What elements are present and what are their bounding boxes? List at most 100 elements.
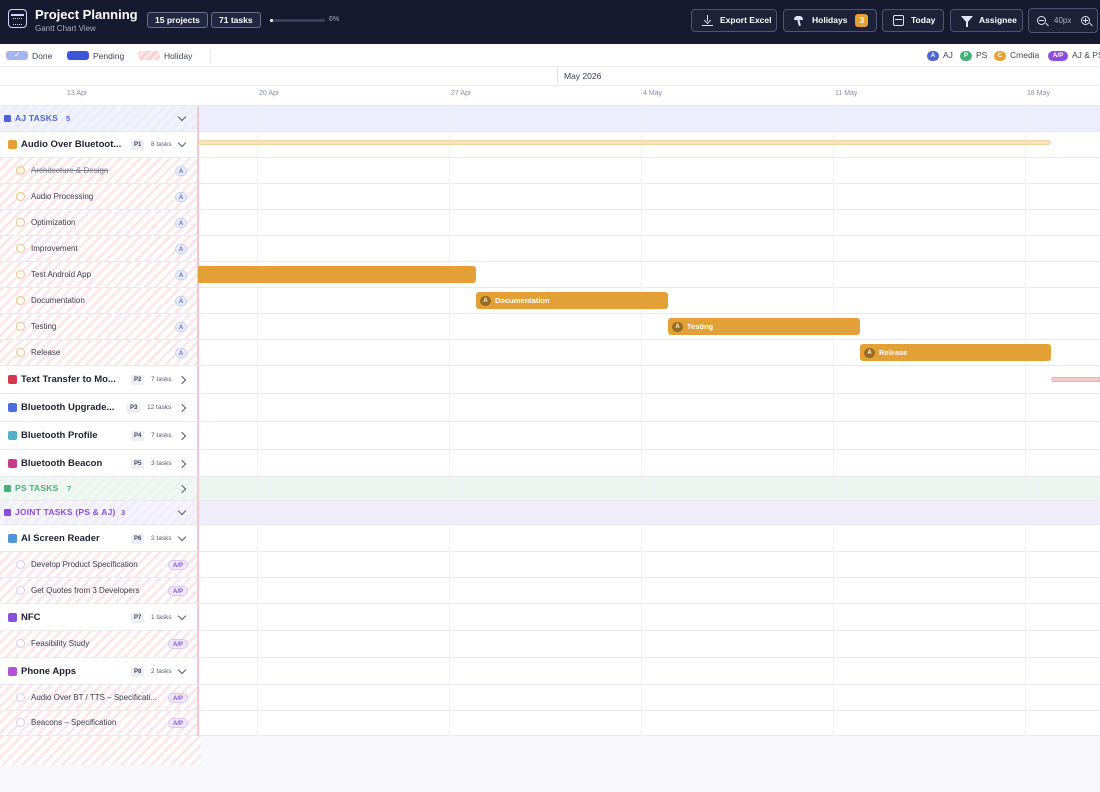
task-row[interactable]: Improvement A	[0, 236, 1100, 262]
project-badge: P4	[131, 431, 145, 441]
chevron-right-icon[interactable]	[177, 431, 187, 441]
task-bar-testing[interactable]: A Testing	[668, 318, 860, 335]
group-row-ps[interactable]: PS TASKS 7	[0, 477, 1100, 501]
task-name: Optimization	[31, 218, 76, 227]
assignee-filter-button[interactable]: Assignee	[950, 9, 1023, 32]
task-name: Audio Over BT / TTS – Specificati...	[31, 693, 157, 702]
chevron-right-icon[interactable]	[177, 403, 187, 413]
project-color	[8, 140, 17, 149]
project-color	[8, 667, 17, 676]
task-status-icon[interactable]	[16, 270, 25, 279]
project-row[interactable]: Bluetooth Beacon P5 3 tasks	[0, 450, 1100, 477]
chevron-right-icon[interactable]	[177, 459, 187, 469]
task-status-icon[interactable]	[16, 322, 25, 331]
task-status-icon[interactable]	[16, 693, 25, 702]
task-done-icon[interactable]	[16, 166, 25, 175]
project-row[interactable]: Text Transfer to Mo... P2 7 tasks	[0, 366, 1100, 394]
task-side: Audio Processing A	[0, 184, 198, 209]
group-row-aj[interactable]: AJ TASKS 5	[0, 106, 1100, 132]
task-assignee-badge: A	[175, 218, 187, 228]
group-row-joint[interactable]: JOINT TASKS (PS & AJ) 3	[0, 501, 1100, 525]
projects-count-pill: 15 projects	[147, 12, 208, 28]
task-bar-test-android-app[interactable]	[198, 266, 476, 283]
task-status-icon[interactable]	[16, 348, 25, 357]
today-button[interactable]: Today	[882, 9, 944, 32]
page-subtitle: Gantt Chart View	[35, 24, 96, 33]
task-row[interactable]: Architecture & Design A	[0, 158, 1100, 184]
task-name: Beacons – Specification	[31, 718, 117, 727]
task-status-icon[interactable]	[16, 244, 25, 253]
assignee-badge: P	[960, 50, 972, 61]
task-row[interactable]: Beacons – Specification A/P	[0, 711, 1100, 736]
project-side: NFC P7 1 tasks	[0, 604, 198, 630]
chevron-right-icon[interactable]	[177, 484, 187, 494]
task-bar-release[interactable]: A Release	[860, 344, 1051, 361]
overall-progress-bar	[270, 19, 325, 22]
chevron-down-icon[interactable]	[177, 611, 187, 621]
progress-fill	[270, 19, 274, 22]
task-assignee-badge: A	[175, 192, 187, 202]
task-status-icon[interactable]	[16, 560, 25, 569]
task-status-icon[interactable]	[16, 192, 25, 201]
week-label: 20 Apr	[259, 90, 280, 97]
chevron-down-icon[interactable]	[177, 506, 187, 516]
task-row[interactable]: Audio Over BT / TTS – Specificati... A/P	[0, 685, 1100, 711]
task-side: Architecture & Design A	[0, 158, 198, 183]
week-gridline	[641, 106, 642, 736]
project-row[interactable]: Bluetooth Upgrade... P3 12 tasks	[0, 394, 1100, 422]
project-row[interactable]: AI Screen Reader P6 2 tasks	[0, 525, 1100, 552]
chevron-down-icon[interactable]	[177, 665, 187, 675]
chevron-down-icon[interactable]	[177, 532, 187, 542]
export-excel-button[interactable]: Export Excel	[691, 9, 777, 32]
holidays-button[interactable]: Holidays 3	[783, 9, 877, 32]
task-status-icon[interactable]	[16, 639, 25, 648]
project-row[interactable]: Bluetooth Profile P4 7 tasks	[0, 422, 1100, 450]
task-row[interactable]: Feasibility Study A/P	[0, 631, 1100, 658]
done-swatch: ✓	[6, 51, 28, 60]
project-badge: P3	[127, 403, 141, 413]
zoom-out-icon[interactable]	[1037, 16, 1046, 25]
task-assignee-badge: A	[175, 244, 187, 254]
task-status-icon[interactable]	[16, 718, 25, 727]
week-gridline	[449, 106, 450, 736]
assignee-badge: C	[994, 50, 1006, 61]
chevron-down-icon[interactable]	[177, 138, 187, 148]
project-row[interactable]: Audio Over Bluetoot... P1 8 tasks	[0, 132, 1100, 158]
project-summary-bar[interactable]	[198, 140, 1051, 145]
zoom-in-icon[interactable]	[1081, 16, 1090, 25]
project-row[interactable]: Phone Apps P8 2 tasks	[0, 658, 1100, 685]
task-assignee-badge: A/P	[168, 560, 188, 570]
project-badge: P8	[131, 667, 145, 677]
group-count: 5	[66, 114, 71, 123]
chevron-down-icon[interactable]	[177, 112, 187, 122]
group-count: 7	[67, 484, 72, 493]
task-status-icon[interactable]	[16, 296, 25, 305]
task-assignee-badge: A/P	[168, 639, 188, 649]
calendar-icon	[893, 15, 904, 26]
task-side: Develop Product Specification A/P	[0, 552, 198, 577]
assignee-label: AJ	[943, 50, 953, 60]
task-status-icon[interactable]	[16, 586, 25, 595]
task-row[interactable]: Audio Processing A	[0, 184, 1100, 210]
task-status-icon[interactable]	[16, 218, 25, 227]
week-gridline	[1025, 106, 1026, 736]
group-name: PS TASKS	[15, 483, 59, 493]
task-side: Feasibility Study A/P	[0, 631, 198, 657]
export-excel-label: Export Excel	[720, 15, 772, 25]
project-row[interactable]: NFC P7 1 tasks	[0, 604, 1100, 631]
chevron-right-icon[interactable]	[177, 375, 187, 385]
group-name: JOINT TASKS (PS & AJ)	[15, 507, 116, 517]
task-row[interactable]: Optimization A	[0, 210, 1100, 236]
task-row[interactable]: Test Android App A	[0, 262, 1100, 288]
task-row[interactable]: Get Quotes from 3 Developers A/P	[0, 578, 1100, 604]
task-side: Test Android App A	[0, 262, 198, 287]
task-name: Audio Processing	[31, 192, 94, 201]
task-row[interactable]: Testing A	[0, 314, 1100, 340]
task-assignee-badge: A/P	[168, 693, 188, 703]
task-row[interactable]: Develop Product Specification A/P	[0, 552, 1100, 578]
project-summary-bar-p2[interactable]	[1051, 377, 1100, 382]
project-color	[8, 534, 17, 543]
task-bar-documentation[interactable]: A Documentation	[476, 292, 668, 309]
tasks-count-pill: 71 tasks	[211, 12, 261, 28]
legend-bar: ✓ Done Pending Holiday A AJ P PS C Cmedia A…	[0, 44, 1100, 67]
